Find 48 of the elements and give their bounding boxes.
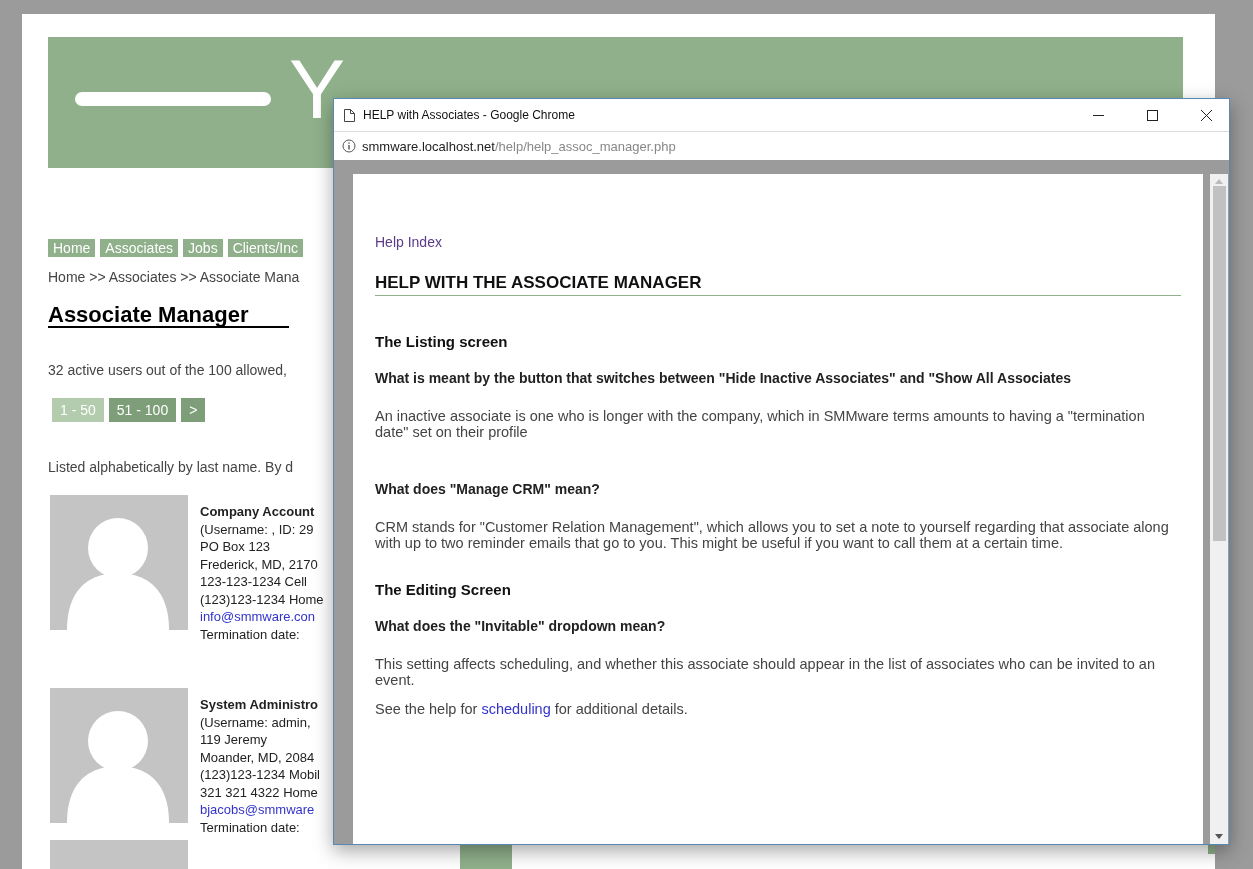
associate-detail: (123)123-1234 Mobil [200,766,320,784]
associate-detail: 321 321 4322 Home [200,783,319,802]
section-heading: The Listing screen [375,333,509,350]
associate-detail: Frederick, MD, 2170 [200,555,319,574]
question-text: What does the "Invitable" dropdown mean? [375,619,667,634]
associate-detail: 123-123-1234 Cell [200,573,308,591]
info-icon[interactable] [342,139,356,153]
close-icon[interactable] [1200,109,1212,121]
page-button[interactable]: > [181,398,206,423]
maximize-icon[interactable] [1146,109,1158,121]
associate-detail: (Username: admin, [200,713,312,732]
section-heading: The Editing Screen [375,581,512,598]
window-title: HELP with Associates - Google Chrome [363,108,576,122]
address-bar[interactable]: smmware.localhost.net/help/help_assoc_manager.php [362,138,676,154]
scroll-down-arrow-icon[interactable] [1215,834,1223,840]
answer-text: This setting affects scheduling, and whether this associate should appear in the list of associates who can be invited to an event. [375,656,1156,688]
page-title: Associate Manager [48,303,289,329]
logo-text: Y [289,47,346,131]
termination-label: Termination date: [200,625,301,644]
nav-link[interactable]: Associates [100,239,179,257]
help-heading: HELP WITH THE ASSOCIATE MANAGER [375,273,1181,296]
scrollbar[interactable] [1210,174,1228,844]
question-text: What is meant by the button that switches between "Hide Inactive Associates" and "Show All Associates [375,371,1072,386]
nav-link[interactable]: Home [48,239,96,257]
answer-text: An inactive associate is one who is longer with the company, which in SMMware terms amounts to having a "termination date" set on their profile [375,408,1146,440]
associate-detail: (Username: , ID: 29 [200,520,315,539]
associate-detail: Moander, MD, 2084 [200,748,316,767]
page-button[interactable]: 51 - 100 [108,398,177,423]
associate-name: System Administro [200,696,319,714]
sort-note: Listed alphabetically by last name. By d [48,459,294,476]
nav-link[interactable]: Jobs [183,239,223,257]
nav-link[interactable]: Clients/Inc [227,239,303,257]
associate-detail: PO Box 123 [200,538,272,556]
scheduling-link[interactable]: scheduling [481,701,551,717]
page-icon [344,108,355,122]
page-button[interactable]: 1 - 50 [52,398,104,423]
associate-name: Company Account [200,503,316,521]
email-link[interactable]: bjacobs@smmware [200,802,315,818]
associate-detail: 119 Jeremy [200,731,268,749]
question-text: What does "Manage CRM" mean? [375,482,601,497]
termination-label: Termination date: [200,818,301,837]
user-count-text: 32 active users out of the 100 allowed, [48,362,287,379]
associate-detail: (123)123-1234 Home [200,590,324,609]
help-index-link[interactable]: Help Index [375,234,442,250]
breadcrumb: Home >> Associates >> Associate Mana [48,269,300,285]
email-link[interactable]: info@smmware.con [200,609,316,625]
answer-text: See the help for scheduling for additional details. [375,701,689,717]
answer-text: CRM stands for "Customer Relation Management", which allows you to set a note to yourself regarding that associate along with up to two reminder emails that go to you. This might be useful if you want to call them at a certain time. [375,519,1170,551]
